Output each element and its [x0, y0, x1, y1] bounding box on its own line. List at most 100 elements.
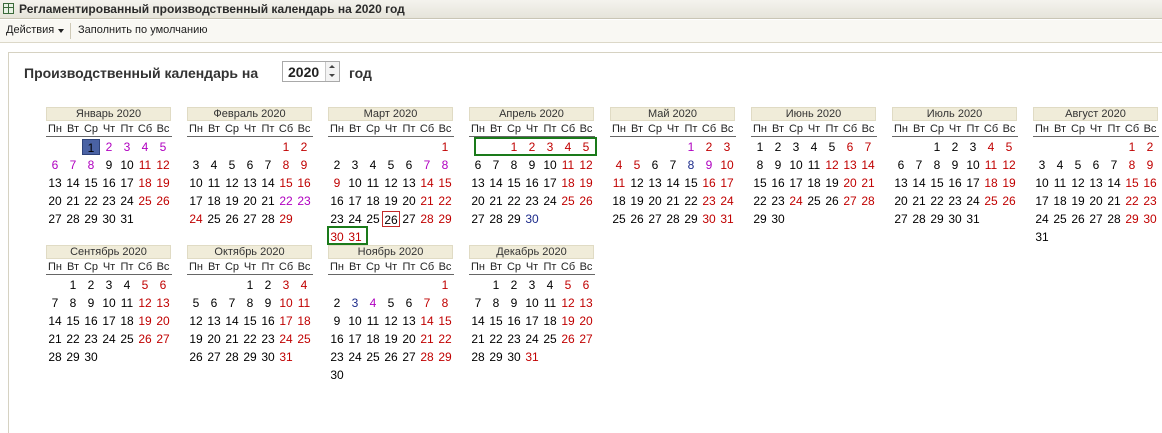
- calendar-day[interactable]: 7: [859, 139, 877, 155]
- calendar-day[interactable]: 21: [859, 175, 877, 191]
- calendar-day[interactable]: 17: [277, 313, 295, 329]
- calendar-day[interactable]: 3: [277, 277, 295, 293]
- calendar-day[interactable]: 16: [523, 175, 541, 191]
- calendar-day[interactable]: 28: [223, 349, 241, 365]
- calendar-day[interactable]: 19: [382, 331, 400, 347]
- calendar-day[interactable]: 4: [295, 277, 313, 293]
- calendar-day[interactable]: 30: [1141, 211, 1159, 227]
- calendar-day[interactable]: 24: [1033, 211, 1051, 227]
- calendar-day[interactable]: 9: [1141, 157, 1159, 173]
- calendar-day[interactable]: 13: [400, 175, 418, 191]
- calendar-day[interactable]: 26: [382, 211, 400, 227]
- calendar-day[interactable]: 31: [964, 211, 982, 227]
- calendar-day[interactable]: 2: [700, 139, 718, 155]
- calendar-day[interactable]: 13: [1087, 175, 1105, 191]
- calendar-day[interactable]: 19: [154, 175, 172, 191]
- calendar-day[interactable]: 3: [964, 139, 982, 155]
- calendar-day[interactable]: 1: [277, 139, 295, 155]
- calendar-day[interactable]: 14: [46, 313, 64, 329]
- calendar-day[interactable]: 25: [364, 211, 382, 227]
- calendar-day[interactable]: 20: [646, 193, 664, 209]
- calendar-day[interactable]: 2: [1141, 139, 1159, 155]
- calendar-day[interactable]: 15: [436, 175, 454, 191]
- calendar-day[interactable]: 15: [751, 175, 769, 191]
- calendar-day[interactable]: 10: [118, 157, 136, 173]
- calendar-day[interactable]: 6: [1087, 157, 1105, 173]
- calendar-day[interactable]: 23: [946, 193, 964, 209]
- calendar-day[interactable]: 19: [628, 193, 646, 209]
- calendar-day[interactable]: 30: [328, 229, 346, 245]
- calendar-day[interactable]: 22: [64, 331, 82, 347]
- calendar-day[interactable]: 7: [418, 157, 436, 173]
- calendar-day[interactable]: 6: [154, 277, 172, 293]
- calendar-day[interactable]: 14: [664, 175, 682, 191]
- calendar-day[interactable]: 3: [346, 157, 364, 173]
- calendar-day[interactable]: 24: [346, 349, 364, 365]
- calendar-day[interactable]: 14: [418, 175, 436, 191]
- calendar-day[interactable]: 20: [46, 193, 64, 209]
- calendar-day[interactable]: 6: [46, 157, 64, 173]
- calendar-day[interactable]: 21: [1105, 193, 1123, 209]
- calendar-day[interactable]: 14: [223, 313, 241, 329]
- calendar-day[interactable]: 13: [841, 157, 859, 173]
- calendar-day[interactable]: 17: [187, 193, 205, 209]
- calendar-day[interactable]: 28: [487, 211, 505, 227]
- calendar-day[interactable]: 5: [154, 139, 172, 155]
- calendar-day[interactable]: 12: [223, 175, 241, 191]
- calendar-day[interactable]: 21: [664, 193, 682, 209]
- calendar-day[interactable]: 9: [946, 157, 964, 173]
- calendar-day[interactable]: 4: [982, 139, 1000, 155]
- calendar-day[interactable]: 16: [295, 175, 313, 191]
- calendar-day[interactable]: 28: [64, 211, 82, 227]
- calendar-day[interactable]: 28: [910, 211, 928, 227]
- calendar-day[interactable]: 16: [328, 331, 346, 347]
- calendar-day[interactable]: 8: [436, 157, 454, 173]
- calendar-day[interactable]: 29: [436, 211, 454, 227]
- calendar-day[interactable]: 25: [1051, 211, 1069, 227]
- year-input[interactable]: 2020: [282, 61, 340, 82]
- calendar-day[interactable]: 29: [928, 211, 946, 227]
- calendar-day[interactable]: 26: [559, 331, 577, 347]
- calendar-day[interactable]: 25: [136, 193, 154, 209]
- calendar-day[interactable]: 21: [469, 331, 487, 347]
- calendar-day[interactable]: 22: [436, 193, 454, 209]
- calendar-day[interactable]: 12: [628, 175, 646, 191]
- calendar-day[interactable]: 17: [523, 313, 541, 329]
- calendar-day[interactable]: 19: [559, 313, 577, 329]
- calendar-day[interactable]: 30: [523, 211, 541, 227]
- calendar-day[interactable]: 3: [187, 157, 205, 173]
- calendar-day[interactable]: 5: [628, 157, 646, 173]
- calendar-day[interactable]: 24: [718, 193, 736, 209]
- calendar-day[interactable]: 26: [382, 349, 400, 365]
- calendar-day[interactable]: 6: [892, 157, 910, 173]
- calendar-day[interactable]: 25: [559, 193, 577, 209]
- calendar-day[interactable]: 12: [382, 175, 400, 191]
- calendar-day[interactable]: 13: [241, 175, 259, 191]
- calendar-day[interactable]: 11: [541, 295, 559, 311]
- calendar-day[interactable]: 8: [64, 295, 82, 311]
- calendar-day[interactable]: 3: [100, 277, 118, 293]
- calendar-day[interactable]: 13: [892, 175, 910, 191]
- calendar-day[interactable]: 26: [1069, 211, 1087, 227]
- calendar-day[interactable]: 1: [1123, 139, 1141, 155]
- chevron-down-icon[interactable]: [58, 29, 64, 33]
- calendar-day[interactable]: 18: [364, 193, 382, 209]
- calendar-day[interactable]: 6: [205, 295, 223, 311]
- calendar-day[interactable]: 10: [787, 157, 805, 173]
- calendar-day[interactable]: 18: [295, 313, 313, 329]
- calendar-day[interactable]: 1: [928, 139, 946, 155]
- calendar-day[interactable]: 7: [1105, 157, 1123, 173]
- calendar-day[interactable]: 19: [577, 175, 595, 191]
- calendar-day[interactable]: 18: [136, 175, 154, 191]
- calendar-day[interactable]: 29: [277, 211, 295, 227]
- calendar-day[interactable]: 17: [346, 331, 364, 347]
- year-value[interactable]: 2020: [288, 64, 319, 80]
- calendar-day[interactable]: 18: [364, 331, 382, 347]
- calendar-day[interactable]: 10: [523, 295, 541, 311]
- calendar-day[interactable]: 4: [1051, 157, 1069, 173]
- calendar-day[interactable]: 23: [328, 211, 346, 227]
- calendar-day[interactable]: 1: [82, 139, 100, 155]
- calendar-day[interactable]: 3: [523, 277, 541, 293]
- calendar-day[interactable]: 4: [205, 157, 223, 173]
- calendar-day[interactable]: 17: [787, 175, 805, 191]
